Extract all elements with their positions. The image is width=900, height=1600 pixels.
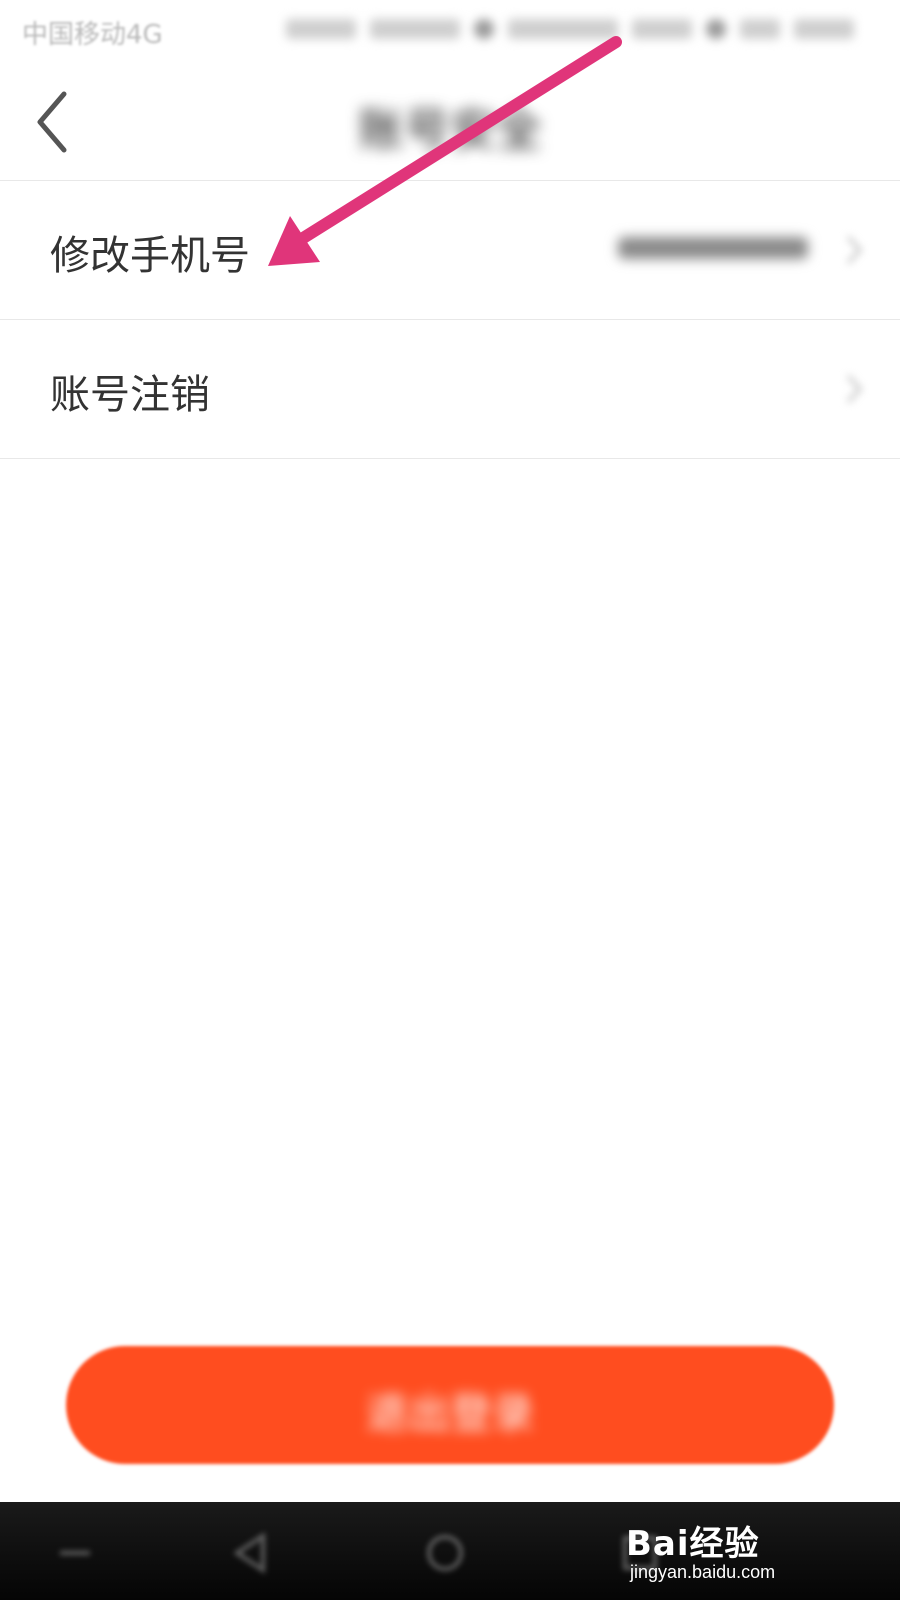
carrier-label: 中国移动4G (22, 20, 163, 50)
logout-button[interactable]: 退出登录 (66, 1346, 834, 1464)
menu-icon[interactable] (50, 1528, 100, 1578)
chevron-right-icon (846, 374, 863, 404)
menu-item-delete-account[interactable]: 账号注销 (0, 320, 900, 459)
watermark-logo: Bai经验 (626, 1524, 760, 1564)
chevron-right-icon (846, 235, 863, 265)
status-icons (286, 18, 876, 44)
back-nav-icon[interactable] (225, 1528, 275, 1578)
status-bar: 中国移动4G (0, 0, 900, 64)
menu-item-label: 修改手机号 (50, 233, 250, 279)
logout-button-label: 退出登录 (365, 1389, 534, 1438)
baidu-jingyan-watermark: Bai经验 jingyan.baidu.com (626, 1506, 856, 1594)
menu-item-change-phone[interactable]: 修改手机号 (0, 181, 900, 320)
page-title: 账号安全 (358, 103, 542, 157)
home-icon[interactable] (420, 1528, 470, 1578)
menu-item-label: 账号注销 (50, 372, 210, 418)
nav-bar: 账号安全 (0, 64, 900, 181)
phone-number-value (618, 229, 808, 274)
watermark-url: jingyan.baidu.com (630, 1562, 776, 1582)
